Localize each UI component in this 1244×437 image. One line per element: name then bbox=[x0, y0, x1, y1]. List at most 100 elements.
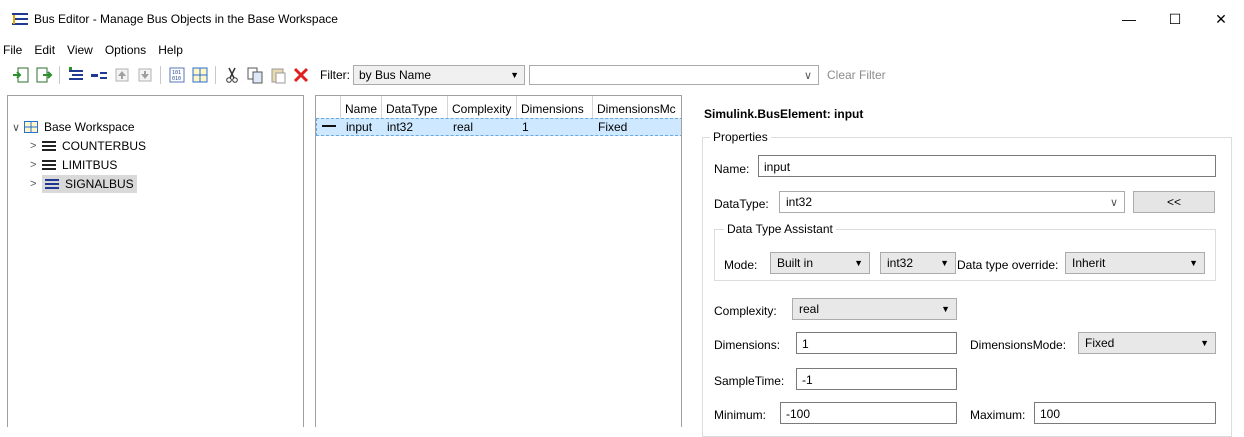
dropdown-arrow-icon: ▼ bbox=[1189, 258, 1198, 268]
sampletime-label: SampleTime: bbox=[714, 374, 785, 388]
name-label: Name: bbox=[714, 162, 750, 176]
dropdown-arrow-icon: ▼ bbox=[940, 258, 949, 268]
chevron-right-icon[interactable]: > bbox=[30, 178, 42, 190]
chevron-down-icon[interactable]: ∨ bbox=[804, 69, 812, 82]
bus-object-icon bbox=[42, 159, 56, 171]
grid-icon[interactable] bbox=[189, 64, 211, 86]
export-icon[interactable] bbox=[33, 64, 55, 86]
filter-mode-value: by Bus Name bbox=[359, 68, 432, 82]
properties-panel: Simulink.BusElement: input Properties Na… bbox=[690, 95, 1244, 437]
paste-icon[interactable] bbox=[267, 64, 289, 86]
tree-root-label: Base Workspace bbox=[44, 120, 135, 134]
tree-selection-highlight: SIGNALBUS bbox=[42, 175, 137, 193]
dimensions-field[interactable]: 1 bbox=[796, 332, 957, 354]
column-header-dimensions[interactable]: Dimensions bbox=[517, 96, 593, 118]
mode-label: Mode: bbox=[724, 258, 758, 272]
tree-item-label: LIMITBUS bbox=[62, 158, 118, 172]
minimum-field[interactable]: -100 bbox=[780, 402, 957, 424]
bus-object-icon bbox=[42, 140, 56, 152]
override-dropdown[interactable]: Inherit ▼ bbox=[1065, 252, 1205, 274]
cell-dimensions: 1 bbox=[522, 120, 529, 134]
column-header-dimensionsmode[interactable]: DimensionsMc bbox=[593, 96, 681, 118]
new-element-icon[interactable] bbox=[88, 64, 110, 86]
override-value: Inherit bbox=[1072, 256, 1106, 270]
complexity-dropdown[interactable]: real ▼ bbox=[792, 298, 957, 320]
tree-item-limitbus[interactable]: > LIMITBUS bbox=[30, 156, 117, 174]
datatype-value: int32 bbox=[786, 195, 813, 209]
move-down-icon[interactable] bbox=[134, 64, 156, 86]
dropdown-arrow-icon: ▼ bbox=[941, 304, 950, 314]
move-up-icon[interactable] bbox=[111, 64, 133, 86]
window-title: Bus Editor - Manage Bus Objects in the B… bbox=[34, 12, 338, 26]
tree-item-counterbus[interactable]: > COUNTERBUS bbox=[30, 137, 146, 155]
workspace-grid-icon bbox=[24, 121, 38, 133]
name-field[interactable]: input bbox=[758, 155, 1216, 177]
element-leaf-icon bbox=[317, 119, 342, 135]
tree-root[interactable]: ∨ Base Workspace bbox=[12, 118, 135, 136]
menu-help[interactable]: Help bbox=[152, 43, 189, 57]
builtin-type-dropdown[interactable]: int32 ▼ bbox=[880, 252, 956, 274]
table-header: Name DataType Complexity Dimensions Dime… bbox=[316, 96, 681, 118]
close-button[interactable]: ✕ bbox=[1198, 0, 1244, 38]
data-type-assistant-label: Data Type Assistant bbox=[724, 222, 836, 236]
cell-complexity: real bbox=[453, 120, 474, 134]
toggle-assistant-button[interactable]: << bbox=[1133, 191, 1215, 213]
bus-elements-table[interactable]: Name DataType Complexity Dimensions Dime… bbox=[315, 95, 682, 427]
new-bus-icon[interactable] bbox=[65, 64, 87, 86]
create-matlab-file-icon[interactable]: 101 010 bbox=[166, 64, 188, 86]
mode-value: Built in bbox=[777, 256, 814, 270]
cut-icon[interactable] bbox=[221, 64, 243, 86]
filter-label: Filter: bbox=[320, 68, 350, 82]
properties-group bbox=[702, 137, 1232, 437]
sampletime-field[interactable]: -1 bbox=[796, 368, 957, 390]
dimensionsmode-label: DimensionsMode: bbox=[970, 338, 1067, 352]
chevron-right-icon[interactable]: > bbox=[30, 159, 42, 171]
complexity-label: Complexity: bbox=[714, 304, 777, 318]
menu-file[interactable]: File bbox=[0, 43, 28, 57]
dimensions-label: Dimensions: bbox=[714, 338, 781, 352]
tree-item-signalbus[interactable]: > SIGNALBUS bbox=[30, 175, 137, 193]
menu-view[interactable]: View bbox=[61, 43, 99, 57]
dimensionsmode-dropdown[interactable]: Fixed ▼ bbox=[1078, 332, 1216, 354]
delete-icon[interactable] bbox=[290, 64, 312, 86]
tree-item-label: COUNTERBUS bbox=[62, 139, 147, 153]
bus-editor-app-icon bbox=[12, 12, 28, 26]
cell-datatype: int32 bbox=[387, 120, 414, 134]
minimize-button[interactable]: — bbox=[1106, 0, 1152, 38]
dropdown-arrow-icon: ▼ bbox=[1200, 338, 1209, 348]
menu-bar: File Edit View Options Help bbox=[0, 40, 189, 60]
maximum-field[interactable]: 100 bbox=[1034, 402, 1216, 424]
datatype-field[interactable]: int32 ∨ bbox=[779, 191, 1125, 213]
title-bar: Bus Editor - Manage Bus Objects in the B… bbox=[0, 0, 1244, 38]
dropdown-arrow-icon: ▼ bbox=[854, 258, 863, 268]
menu-options[interactable]: Options bbox=[99, 43, 152, 57]
column-header-complexity[interactable]: Complexity bbox=[448, 96, 517, 118]
bus-hierarchy-tree[interactable]: ∨ Base Workspace > COUNTERBUS > LIMITBUS… bbox=[7, 95, 304, 427]
complexity-value: real bbox=[799, 302, 820, 316]
maximum-label: Maximum: bbox=[970, 408, 1026, 422]
svg-text:010: 010 bbox=[172, 76, 181, 82]
mode-dropdown[interactable]: Built in ▼ bbox=[770, 252, 870, 274]
import-icon[interactable] bbox=[10, 64, 32, 86]
maximize-button[interactable]: ☐ bbox=[1152, 0, 1198, 38]
chevron-right-icon[interactable]: > bbox=[30, 140, 42, 152]
chevron-down-icon[interactable]: ∨ bbox=[1110, 196, 1118, 209]
copy-icon[interactable] bbox=[244, 64, 266, 86]
chevron-down-icon[interactable]: ∨ bbox=[12, 121, 24, 134]
object-title: Simulink.BusElement: input bbox=[704, 107, 864, 121]
toolbar-separator bbox=[215, 66, 216, 84]
filter-text-input[interactable]: ∨ bbox=[529, 65, 819, 85]
toolbar-separator bbox=[59, 66, 60, 84]
menu-edit[interactable]: Edit bbox=[28, 43, 61, 57]
clear-filter-button[interactable]: Clear Filter bbox=[827, 68, 886, 82]
tree-item-label: SIGNALBUS bbox=[65, 177, 134, 191]
column-header-datatype[interactable]: DataType bbox=[382, 96, 448, 118]
dimensionsmode-value: Fixed bbox=[1085, 336, 1115, 350]
toolbar: 101 010 Filter: by Bus Name ▼ ∨ Clear Fil… bbox=[0, 62, 1244, 88]
column-header-name[interactable]: Name bbox=[341, 96, 382, 118]
table-row[interactable]: input int32 real 1 Fixed bbox=[316, 118, 681, 136]
properties-group-label: Properties bbox=[710, 130, 771, 144]
dropdown-arrow-icon: ▼ bbox=[510, 70, 519, 80]
filter-mode-dropdown[interactable]: by Bus Name ▼ bbox=[353, 65, 525, 85]
table-header-spacer bbox=[316, 96, 341, 118]
